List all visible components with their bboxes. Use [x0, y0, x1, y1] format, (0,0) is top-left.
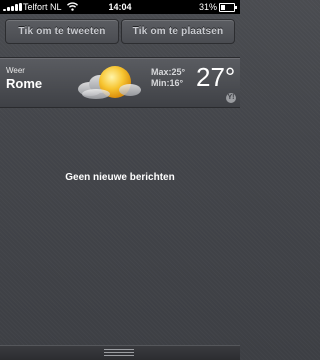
battery-percent: 31%: [198, 2, 217, 12]
weather-widget[interactable]: Weer Rome Max:25° Min:16° 27° Y!: [0, 57, 240, 108]
tweet-button[interactable]: Tik om te tweeten: [5, 19, 119, 44]
sun-behind-cloud-icon: [78, 66, 141, 99]
weather-max: Max:25°: [151, 67, 186, 77]
facebook-post-button[interactable]: Tik om te plaatsen: [121, 19, 235, 44]
battery-fill: [221, 5, 225, 10]
weather-label: Weer: [6, 66, 25, 75]
no-notifications-message: Geen nieuwe berichten: [65, 172, 175, 183]
yahoo-icon[interactable]: Y!: [226, 93, 236, 103]
weather-temperature: 27°: [196, 62, 236, 92]
weather-city: Rome: [6, 76, 43, 91]
weather-min: Min:16°: [151, 78, 184, 88]
weather-high-low: Max:25° Min:16°: [151, 67, 185, 89]
grabber-handle-icon[interactable]: [104, 349, 134, 358]
notification-center-grabber[interactable]: [0, 345, 240, 360]
status-bar: Telfort NL 14:04 31%: [0, 0, 240, 14]
battery-icon: [219, 3, 237, 12]
share-widget: Tik om te tweeten Tik om te plaatsen: [5, 19, 235, 44]
